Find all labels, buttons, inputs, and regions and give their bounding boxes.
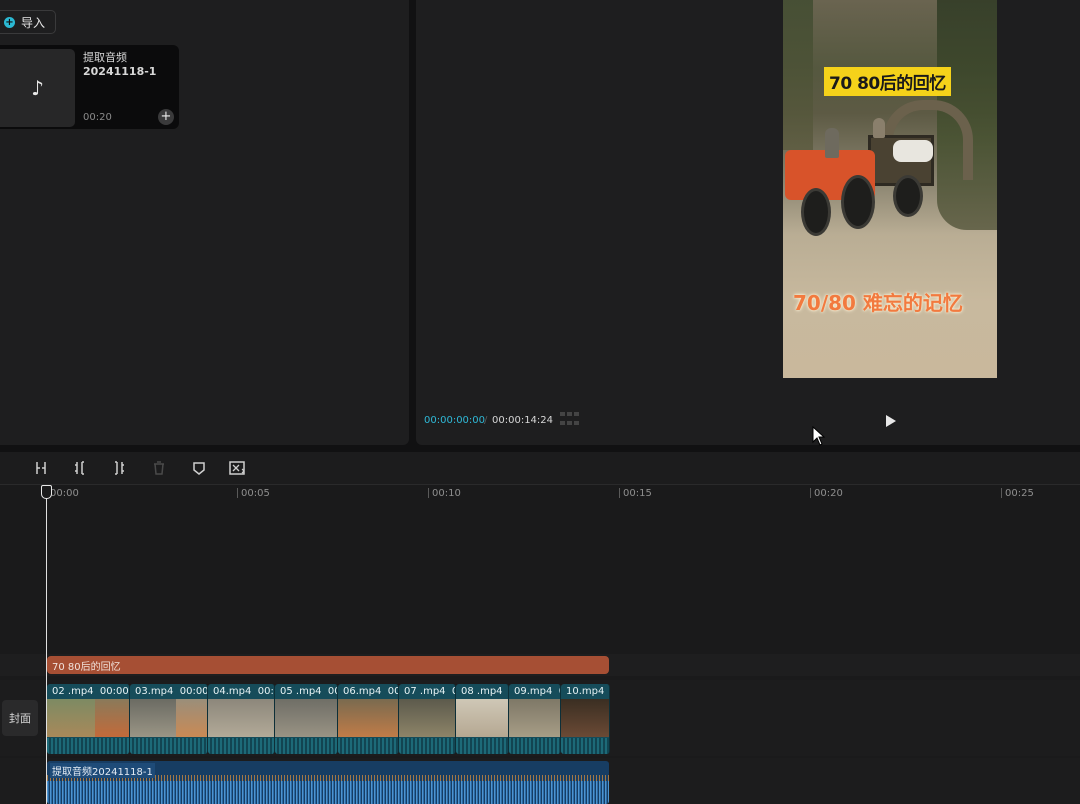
playhead-handle[interactable] [41, 485, 52, 499]
clip-label: 09.mp4 0 [514, 686, 560, 697]
media-item-name-line1: 提取音频 [83, 51, 127, 64]
video-clip[interactable]: 07 .mp4 0 [399, 684, 456, 754]
clip-label: 07 .mp4 0 [404, 686, 455, 697]
scene-wheel [893, 175, 923, 217]
timeline[interactable]: 00:00 00:05 00:10 00:15 00:20 00:25 [0, 485, 1080, 804]
media-panel: + 导入 ♪ 提取音频 20241118-1 00:20 + [0, 0, 409, 445]
video-clip[interactable]: 09.mp4 0 [509, 684, 561, 754]
scene-driver [825, 128, 839, 158]
play-button[interactable] [886, 415, 896, 427]
clip-label: 06.mp4 00 [343, 686, 398, 697]
clip-label: 02 .mp4 00:00:0 [52, 686, 129, 697]
video-clip[interactable]: 03.mp4 00:00:0 [130, 684, 208, 754]
audio-waveform [47, 781, 609, 804]
video-clip[interactable]: 10.mp4 [561, 684, 610, 754]
trim-left-icon[interactable] [72, 460, 88, 476]
media-item-name: 提取音频 20241118-1 [83, 51, 156, 79]
auto-caption-icon[interactable] [229, 460, 247, 476]
tick-label: 00:10 [428, 488, 461, 499]
text-clip[interactable]: 70 80后的回忆 [47, 656, 609, 674]
audio-clip-label: 提取音频20241118-1 [50, 763, 155, 778]
playhead-line[interactable] [46, 493, 47, 804]
delete-icon[interactable] [151, 460, 167, 476]
music-note-icon: ♪ [0, 49, 75, 127]
clip-label: 05 .mp4 00 [280, 686, 337, 697]
scene-passenger [873, 118, 885, 138]
tick-label: 00:00 [46, 488, 79, 499]
current-time: 00:00:00:00 [424, 415, 486, 426]
marker-icon[interactable] [191, 460, 207, 476]
timeline-toolbar [0, 452, 1080, 485]
grid-icon[interactable] [560, 412, 580, 428]
text-clip-label: 70 80后的回忆 [52, 662, 121, 673]
scene-cargo [893, 140, 933, 162]
trim-right-icon[interactable] [111, 460, 127, 476]
cover-button[interactable]: 封面 [2, 700, 38, 736]
add-to-timeline-button[interactable]: + [158, 109, 174, 125]
media-item-duration: 00:20 [83, 112, 112, 123]
scene-wheel [841, 175, 875, 229]
video-clip[interactable]: 04.mp4 00:0 [208, 684, 275, 754]
clip-label: 10.mp4 [566, 686, 605, 697]
import-label: 导入 [21, 15, 46, 30]
clip-label: 08 .mp4 [461, 686, 503, 697]
scene-tree-left [783, 0, 813, 150]
clip-label: 03.mp4 00:00:0 [135, 686, 208, 697]
clip-label: 04.mp4 00:0 [213, 686, 274, 697]
tick-label: 00:15 [619, 488, 652, 499]
time-ruler[interactable]: 00:00 00:05 00:10 00:15 00:20 00:25 [0, 485, 1080, 503]
preview-top-caption[interactable]: 70 80后的回忆 [824, 67, 951, 96]
tick-label: 00:25 [1001, 488, 1034, 499]
total-time: 00:00:14:24 [492, 415, 554, 426]
split-icon[interactable] [33, 460, 49, 476]
video-clip[interactable]: 06.mp4 00 [338, 684, 399, 754]
audio-clip[interactable]: 提取音频20241118-1 [47, 761, 609, 804]
media-item-name-line2: 20241118-1 [83, 65, 157, 78]
tick-label: 00:05 [237, 488, 270, 499]
video-clip[interactable]: 08 .mp4 [456, 684, 509, 754]
scene-wheel [801, 188, 831, 236]
preview-bottom-caption[interactable]: 70/80 难忘的记忆 [793, 287, 963, 316]
tick-label: 00:20 [810, 488, 843, 499]
video-clip[interactable]: 02 .mp4 00:00:0 [47, 684, 130, 754]
import-button[interactable]: + 导入 [0, 10, 57, 34]
time-separator: / [484, 415, 488, 426]
plus-circle-icon: + [4, 16, 15, 28]
mouse-cursor-icon [812, 426, 826, 446]
video-preview-frame[interactable]: 70 80后的回忆 70/80 难忘的记忆 [783, 0, 997, 378]
video-clip[interactable]: 05 .mp4 00 [275, 684, 338, 754]
video-track[interactable]: 02 .mp4 00:00:0 03.mp4 00:00:0 04.mp4 00… [47, 684, 610, 754]
